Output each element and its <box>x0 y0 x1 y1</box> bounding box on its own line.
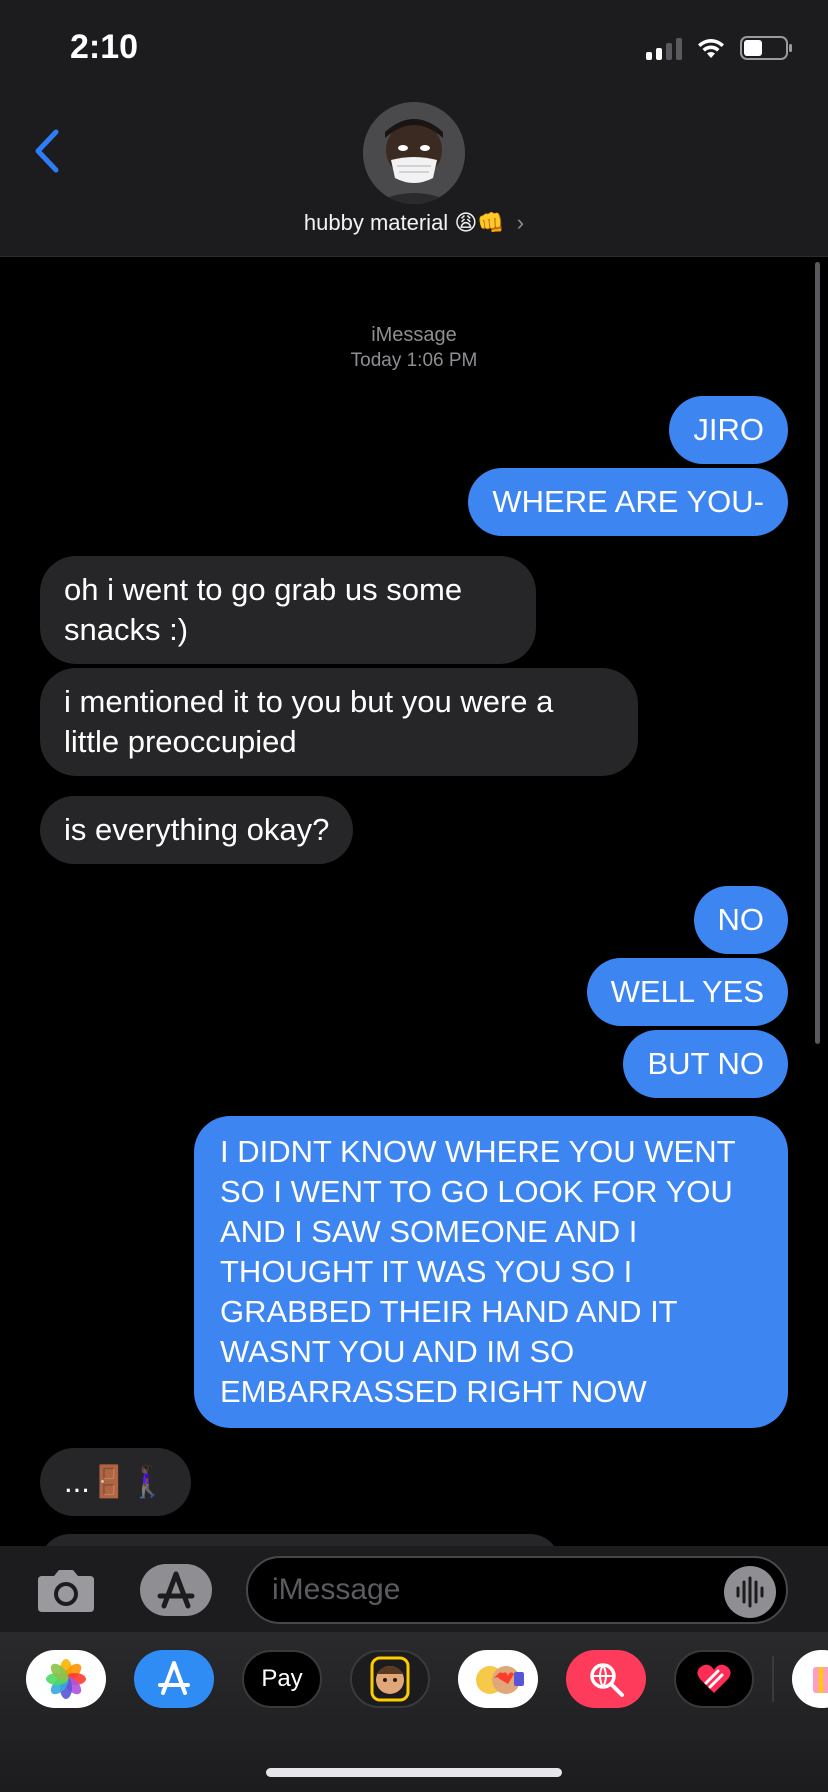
thread-scrollbar[interactable] <box>815 262 820 1044</box>
message-bubble-sent[interactable]: WHERE ARE YOU- <box>468 468 788 536</box>
apple-pay-icon[interactable]: Pay <box>242 1650 322 1708</box>
message-bubble-sent[interactable]: BUT NO <box>623 1030 788 1098</box>
app-drawer: Pay <box>0 1632 828 1792</box>
battery-icon <box>740 36 794 60</box>
app-store-button[interactable] <box>140 1564 212 1616</box>
message-bubble-received[interactable]: ...🚪🚶🏿‍♀️ <box>40 1448 192 1516</box>
message-bubble-sent[interactable]: I DIDNT KNOW WHERE YOU WENT SO I WENT TO… <box>194 1116 788 1428</box>
message-bubble-sent[interactable]: JIRO <box>669 396 788 464</box>
message-bubble-sent[interactable]: NO <box>693 886 788 954</box>
app-store-icon[interactable] <box>134 1650 214 1708</box>
status-indicators <box>646 36 794 60</box>
home-indicator[interactable] <box>266 1768 562 1777</box>
more-apps-icon[interactable] <box>792 1650 828 1708</box>
photos-icon[interactable] <box>26 1650 106 1708</box>
contact-name-text: hubby material <box>303 210 449 235</box>
drawer-divider <box>772 1656 774 1702</box>
message-bubble-received[interactable]: is everything okay? <box>40 796 354 864</box>
audio-message-icon[interactable] <box>724 1566 776 1618</box>
back-chevron-icon[interactable] <box>30 128 64 174</box>
message-bubble-received-partial[interactable] <box>40 1534 560 1546</box>
message-composer <box>0 1546 828 1632</box>
cellular-signal-icon <box>646 36 682 60</box>
heart-sticker-icon[interactable] <box>674 1650 754 1708</box>
contact-name[interactable]: hubby material 😩👊 › <box>0 210 828 236</box>
camera-icon[interactable] <box>34 1568 98 1614</box>
memoji-icon[interactable] <box>350 1650 430 1708</box>
conversation-header: 2:10 hubby material 😩👊 › <box>0 0 828 257</box>
contact-avatar[interactable] <box>363 102 465 204</box>
chevron-right-icon: › <box>516 210 525 235</box>
message-bubble-received[interactable]: i mentioned it to you but you were a lit… <box>40 668 638 776</box>
wifi-icon <box>696 37 726 59</box>
contact-emoji: 😩👊 <box>454 210 505 235</box>
memoji-stickers-icon[interactable] <box>458 1650 538 1708</box>
service-label: iMessage <box>371 324 457 346</box>
message-bubble-received[interactable]: oh i went to go grab us some snacks :) <box>40 556 536 664</box>
thread-timestamp: Today 1:06 PM <box>350 350 478 371</box>
search-images-icon[interactable] <box>566 1650 646 1708</box>
status-time: 2:10 <box>70 28 139 66</box>
message-input[interactable] <box>246 1556 788 1624</box>
message-thread[interactable]: iMessage Today 1:06 PM JIRO WHERE ARE YO… <box>0 258 828 1546</box>
apple-pay-label: Pay <box>261 1665 303 1692</box>
message-bubble-sent[interactable]: WELL YES <box>586 958 788 1026</box>
